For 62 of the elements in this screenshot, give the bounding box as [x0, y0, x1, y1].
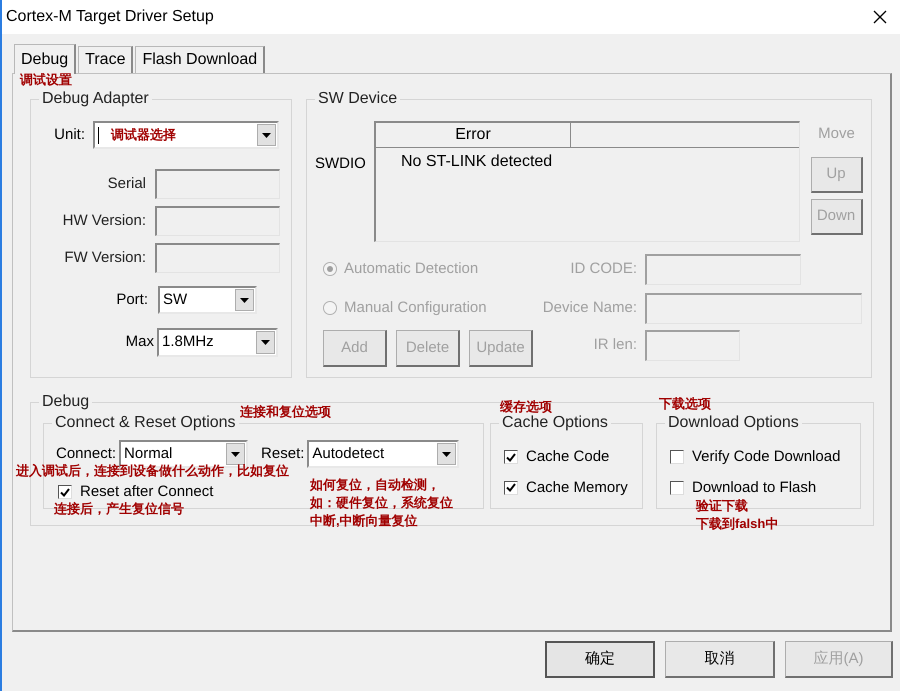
dropdown[interactable]: 调试器选择	[93, 121, 279, 149]
group-title: Connect & Reset Options	[54, 414, 237, 432]
tab[interactable]: Flash Download	[135, 46, 266, 73]
dropdown-value: SW	[163, 290, 188, 310]
dropdown-value: 调试器选择	[111, 126, 176, 144]
checkbox-label: Cache Memory	[526, 478, 628, 498]
checkbox[interactable]	[58, 485, 72, 500]
checkbox[interactable]	[504, 450, 518, 464]
field-label: FW Version:	[63, 248, 146, 268]
checkbox[interactable]	[504, 480, 518, 495]
group-title: Download Options	[667, 414, 800, 432]
dropdown-value: Normal	[124, 444, 172, 464]
annotation-text: 如何复位，自动检测，	[310, 477, 440, 493]
checkbox-label: Download to Flash	[692, 478, 816, 498]
button[interactable]: 取消	[665, 641, 775, 678]
checkbox-label: Verify Code Download	[692, 447, 840, 467]
field-label: Max	[124, 332, 154, 352]
field-label: Device Name:	[542, 298, 637, 318]
dropdown[interactable]: Autodetect	[307, 440, 460, 468]
field-label: IR len:	[592, 334, 637, 355]
group-title: Debug	[41, 393, 90, 411]
close-icon[interactable]	[872, 9, 888, 25]
annotation-text: 中断,中断向量复位	[310, 513, 418, 529]
annotation-text: 下载选项	[659, 396, 711, 412]
checkbox[interactable]	[670, 450, 684, 464]
text-cursor	[98, 126, 99, 144]
window-title: Cortex-M Target Driver Setup	[6, 7, 214, 27]
group-title: SW Device	[317, 90, 398, 108]
button[interactable]: 确定	[545, 641, 655, 678]
annotation-text: 缓存选项	[500, 399, 552, 415]
field-label: HW Version:	[62, 210, 146, 231]
column-header[interactable]: Error	[376, 123, 571, 147]
row-label: SWDIO	[315, 154, 367, 174]
list-view[interactable]: Error No ST-LINK detected	[374, 121, 800, 242]
move-label: Move	[818, 124, 855, 144]
dropdown[interactable]: SW	[158, 286, 257, 314]
annotation-text: 验证下载	[696, 498, 748, 514]
tab[interactable]: Debug	[14, 44, 76, 74]
field-label: Connect:	[56, 444, 116, 464]
annotation-text: 连接和复位选项	[240, 404, 331, 420]
group-title: Cache Options	[501, 414, 609, 432]
annotation-text: 连接后，产生复位信号	[54, 501, 184, 517]
field-label: ID CODE:	[569, 258, 637, 279]
dropdown-value: 1.8MHz	[162, 332, 214, 352]
input-field[interactable]	[155, 243, 280, 273]
annotation-text: 下载到falsh中	[696, 516, 778, 532]
dropdown[interactable]: 1.8MHz	[157, 328, 278, 357]
dropdown-value: Autodetect	[312, 444, 384, 464]
checkbox-label: Reset after Connect	[80, 482, 214, 502]
field-label: Unit:	[53, 124, 85, 145]
annotation-text: 如：硬件复位，系统复位	[310, 495, 453, 511]
input-field[interactable]	[155, 169, 280, 199]
checkbox[interactable]	[670, 480, 684, 495]
tab[interactable]: Trace	[78, 46, 134, 73]
group-title: Debug Adapter	[41, 90, 150, 108]
input-field[interactable]	[155, 206, 280, 236]
table-cell-text: No ST-LINK detected	[401, 152, 552, 172]
field-label: Serial	[106, 174, 146, 194]
annotation-text: 调试设置	[20, 72, 72, 88]
field-label: Reset:	[261, 444, 304, 464]
checkbox-label: Cache Code	[526, 447, 610, 467]
field-label: Port:	[115, 290, 148, 310]
